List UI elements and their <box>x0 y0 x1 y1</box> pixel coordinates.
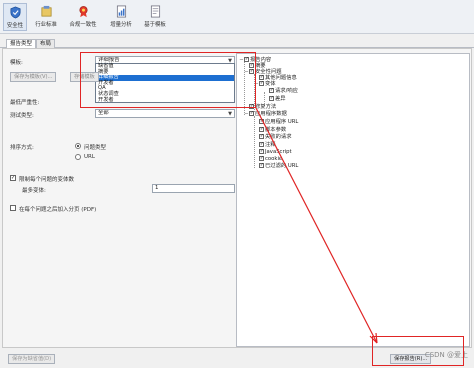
tree-node-label: 变体 <box>265 81 276 87</box>
template-icon <box>150 5 160 18</box>
tree-checkbox[interactable]: ✓ <box>259 149 264 154</box>
tree-node[interactable]: ✓cookie <box>259 156 282 162</box>
toolbar-label: 基于模板 <box>144 22 166 28</box>
test-type-label: 测试类型: <box>10 113 34 119</box>
tree-node[interactable]: −✓变体 <box>254 81 276 87</box>
tree-checkbox[interactable]: ✓ <box>259 134 264 139</box>
toolbar-label: 增量分析 <box>110 22 132 28</box>
max-variants-value: 1 <box>155 185 159 191</box>
tab-report-type[interactable]: 报告类型 <box>6 39 37 48</box>
tree-node-label: 脚本参数 <box>265 127 287 133</box>
tree-node-label: cookie <box>265 156 283 162</box>
template-label: 模板: <box>10 60 23 66</box>
limit-variants-label: 限制每个问题的变体数 <box>19 177 75 183</box>
tree-guide-line <box>254 116 255 168</box>
report-tabs: 报告类型 布局 <box>0 37 474 48</box>
tree-node-label: 已过滤的 URL <box>265 163 299 169</box>
save-as-template-button[interactable]: 保存为模板(V)... <box>10 72 57 82</box>
tree-node[interactable]: ✓请求/响应 <box>269 88 298 94</box>
tree-checkbox[interactable]: ✓ <box>259 75 264 80</box>
save-as-default-button[interactable]: 保存为缺省值(D) <box>8 354 56 364</box>
tree-node[interactable]: ✓已过滤的 URL <box>259 163 298 169</box>
min-severity-label: 最低严重性: <box>10 100 40 106</box>
tree-checkbox[interactable]: ✓ <box>269 96 274 101</box>
test-type-value: 全部 <box>98 110 109 116</box>
tree-node[interactable]: ✓注释 <box>259 142 276 148</box>
tree-node[interactable]: ✓JavaScript <box>259 149 292 155</box>
page-break-checkbox[interactable] <box>10 205 16 211</box>
tree-node-label: 失败的请求 <box>265 134 292 140</box>
sort-by-issue-type-radio[interactable] <box>75 143 81 149</box>
tree-node-label: JavaScript <box>265 149 292 155</box>
tree-checkbox[interactable]: ✓ <box>269 88 274 93</box>
annotation-box-template <box>80 52 256 108</box>
tree-node[interactable]: ✓差异 <box>269 96 286 102</box>
limit-variants-checkbox[interactable]: ✓ <box>10 175 16 181</box>
toolbar-standards-button[interactable]: 行业标准 <box>31 3 61 31</box>
document-chart-icon <box>116 5 126 18</box>
tree-checkbox[interactable]: ✓ <box>259 142 264 147</box>
tree-node-label: 应用程序数据 <box>255 111 287 117</box>
sort-label: 排序方式: <box>10 145 34 151</box>
sort-option-label: URL <box>84 154 95 160</box>
toolbar-template-button[interactable]: 基于模板 <box>140 3 170 31</box>
toolbar-label: 合规一致性 <box>69 22 97 28</box>
toolbar-label: 行业标准 <box>35 22 57 28</box>
tree-checkbox[interactable]: ✓ <box>259 81 264 86</box>
toolbar-security-button[interactable]: 安全性 <box>3 3 27 31</box>
chevron-down-icon[interactable]: ▼ <box>227 111 233 117</box>
tab-layout[interactable]: 布局 <box>36 39 56 48</box>
tree-node-label: 差异 <box>275 96 286 102</box>
tree-node-label: 修复方法 <box>255 104 277 110</box>
tree-node-label: 注释 <box>265 142 276 148</box>
tree-checkbox[interactable]: ✓ <box>249 111 254 116</box>
sort-option-label: 问题类型 <box>84 145 107 151</box>
max-variants-label: 最多变体: <box>22 188 46 194</box>
tree-node[interactable]: ✓应用程序 URL <box>259 119 298 125</box>
scale-icon <box>40 5 52 17</box>
tree-checkbox[interactable]: ✓ <box>259 156 264 161</box>
annotation-box-save <box>372 336 464 366</box>
shield-icon <box>9 6 21 19</box>
max-variants-input[interactable]: 1 <box>152 184 235 193</box>
tree-checkbox[interactable]: ✓ <box>259 119 264 124</box>
toolbar-compliance-button[interactable]: 合规一致性 <box>65 3 101 31</box>
tree-node[interactable]: −✓应用程序数据 <box>244 111 287 117</box>
page-break-label: 在每个问题之后加入分页 (PDF) <box>19 207 97 213</box>
tree-node[interactable]: ✓脚本参数 <box>259 127 286 133</box>
toolbar-label: 安全性 <box>6 23 24 29</box>
toolbar: 安全性 行业标准 合规一致性 增量分析 基于模板 <box>0 0 474 34</box>
ribbon-icon <box>78 6 88 18</box>
toolbar-delta-button[interactable]: 增量分析 <box>106 3 136 31</box>
sort-by-url-radio[interactable] <box>75 154 81 160</box>
test-type-dropdown[interactable]: 全部 ▼ <box>95 109 235 118</box>
tree-checkbox[interactable]: ✓ <box>259 163 264 168</box>
tree-node[interactable]: ✓失败的请求 <box>259 134 292 140</box>
tree-node-label: 应用程序 URL <box>265 119 299 125</box>
tree-checkbox[interactable]: ✓ <box>259 127 264 132</box>
tree-node-label: 请求/响应 <box>275 88 298 94</box>
